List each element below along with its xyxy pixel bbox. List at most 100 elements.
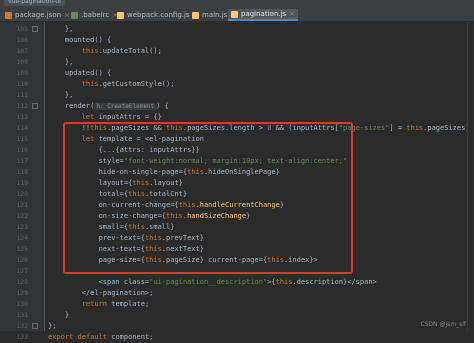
code-text: export default component; — [48, 332, 153, 343]
tab-label: pagination.js — [241, 10, 287, 18]
line-number: 107 — [16, 47, 28, 55]
line-number: 112 — [16, 102, 28, 110]
code-token: .description}</span> — [292, 278, 377, 286]
breadcrumb[interactable]: vue-pagination-ui — [4, 0, 65, 6]
code-line[interactable]: 133 export default component; — [0, 332, 474, 343]
file-type-icon — [192, 11, 199, 19]
code-token: "ui-pagination__description" — [149, 278, 268, 286]
code-line[interactable]: 111 }, — [0, 90, 474, 101]
code-token: } — [48, 311, 70, 319]
code-token: </el-pagination>; — [48, 289, 154, 297]
code-token: let — [81, 113, 99, 121]
file-type-icon — [71, 11, 78, 19]
file-type-icon — [117, 11, 124, 19]
line-number: 116 — [16, 146, 28, 154]
code-token: ] = — [389, 124, 407, 132]
code-line[interactable]: 112 render(h: CreateElement) { — [0, 101, 474, 112]
code-token: .updateTotal(); — [98, 47, 162, 55]
file-type-icon — [231, 10, 238, 18]
line-number: 123 — [16, 223, 28, 231]
code-line[interactable]: 132}; — [0, 321, 474, 332]
code-token: h: CreateElement — [94, 103, 157, 110]
code-token: }; — [48, 322, 57, 330]
code-token: export — [48, 333, 78, 341]
fold-marker-icon[interactable] — [32, 26, 38, 32]
line-number: 117 — [16, 157, 28, 165]
code-token: this — [81, 47, 99, 55]
line-number: 119 — [16, 179, 28, 187]
code-token: component; — [111, 333, 154, 341]
code-text: </el-pagination>; — [48, 288, 154, 299]
code-line[interactable]: 128 <span class="ui-pagination__descript… — [0, 277, 474, 288]
line-number: 132 — [16, 322, 28, 330]
code-text: render(h: CreateElement) { — [48, 101, 169, 112]
code-token: template; — [111, 300, 150, 308]
line-number: 114 — [16, 124, 28, 132]
line-number: 118 — [16, 168, 28, 176]
code-token: }, — [48, 25, 74, 33]
code-text: this.updateTotal(); — [48, 46, 162, 57]
editor-tab[interactable]: pagination.js × — [228, 9, 298, 21]
code-line[interactable]: 106 mounted() { — [0, 35, 474, 46]
line-number: 110 — [16, 80, 28, 88]
line-number: 133 — [16, 333, 28, 341]
code-token: >{ — [267, 278, 276, 286]
close-icon[interactable]: × — [289, 10, 295, 18]
code-line[interactable]: 130 return template; — [0, 299, 474, 310]
line-number: 129 — [16, 289, 28, 297]
tab-label: .babelrc — [81, 11, 110, 19]
code-line[interactable]: 110 this.getCustomStyle(); — [0, 79, 474, 90]
line-number: 120 — [16, 190, 28, 198]
code-line[interactable]: 105 }, — [0, 24, 474, 35]
project-breadcrumb-bar: vue-pagination-ui — [0, 0, 474, 7]
tab-label: main.js — [202, 11, 228, 19]
code-token: render( — [48, 102, 95, 110]
line-number: 128 — [16, 278, 28, 286]
code-token: }, — [48, 58, 74, 66]
code-text: return template; — [48, 299, 149, 310]
watermark: CSDN @jsm_slf — [420, 321, 466, 328]
line-number: 115 — [16, 135, 28, 143]
line-number: 130 — [16, 300, 28, 308]
line-number: 125 — [16, 245, 28, 253]
code-text: this.getCustomStyle(); — [48, 79, 175, 90]
code-line[interactable]: 108 }, — [0, 57, 474, 68]
code-token: updated() { — [48, 69, 112, 77]
file-type-icon — [5, 11, 12, 19]
code-line[interactable]: 109 updated() { — [0, 68, 474, 79]
code-token: inputAttrs = {} — [98, 113, 162, 121]
line-number: 126 — [16, 256, 28, 264]
code-token: <span class= — [48, 278, 150, 286]
tab-label: package.json — [15, 11, 62, 19]
fold-marker-icon[interactable] — [32, 103, 38, 109]
code-line[interactable]: 107 this.updateTotal(); — [0, 46, 474, 57]
line-number: 124 — [16, 234, 28, 242]
code-token: this — [406, 124, 424, 132]
tab-label: webpack.config.js — [127, 11, 190, 19]
fold-marker-icon[interactable] — [32, 323, 38, 329]
code-token: mounted() { — [48, 36, 112, 44]
vertical-scrollbar[interactable] — [467, 22, 474, 331]
line-number: 111 — [16, 91, 28, 99]
line-number: 108 — [16, 58, 28, 66]
editor-tab[interactable]: package.json × — [2, 9, 73, 21]
code-token: }, — [48, 91, 74, 99]
line-number: 131 — [16, 311, 28, 319]
code-token: .getCustomStyle(); — [98, 80, 175, 88]
editor-tab-bar: package.json×.babelrc×webpack.config.js×… — [0, 7, 474, 22]
code-text: }, — [48, 24, 73, 35]
line-number: 113 — [16, 113, 28, 121]
code-token: ) { — [156, 102, 169, 110]
code-text: }; — [48, 321, 56, 332]
code-text: mounted() { — [48, 35, 111, 46]
code-line[interactable]: 131 } — [0, 310, 474, 321]
line-number: 105 — [16, 25, 28, 33]
code-text: updated() { — [48, 68, 111, 79]
code-text: }, — [48, 90, 73, 101]
code-text: }, — [48, 57, 73, 68]
code-token: this — [275, 278, 293, 286]
code-token: default — [77, 333, 112, 341]
code-line[interactable]: 129 </el-pagination>; — [0, 288, 474, 299]
highlight-box — [63, 122, 353, 274]
